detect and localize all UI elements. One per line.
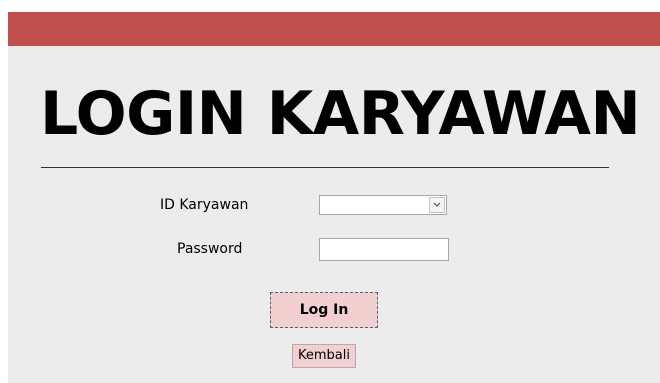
id-karyawan-label: ID Karyawan [160,197,249,213]
back-button[interactable]: Kembali [292,344,356,368]
login-window: LOGIN KARYAWAN ID Karyawan Password Log … [8,12,660,383]
dropdown-button[interactable] [429,197,445,213]
chevron-down-icon [433,202,441,207]
page-title: LOGIN KARYAWAN [40,79,641,149]
title-bar [8,12,660,46]
password-field[interactable] [319,238,449,261]
divider [41,167,609,168]
password-label: Password [177,241,243,257]
login-button[interactable]: Log In [270,292,378,328]
id-karyawan-dropdown[interactable] [319,195,447,215]
